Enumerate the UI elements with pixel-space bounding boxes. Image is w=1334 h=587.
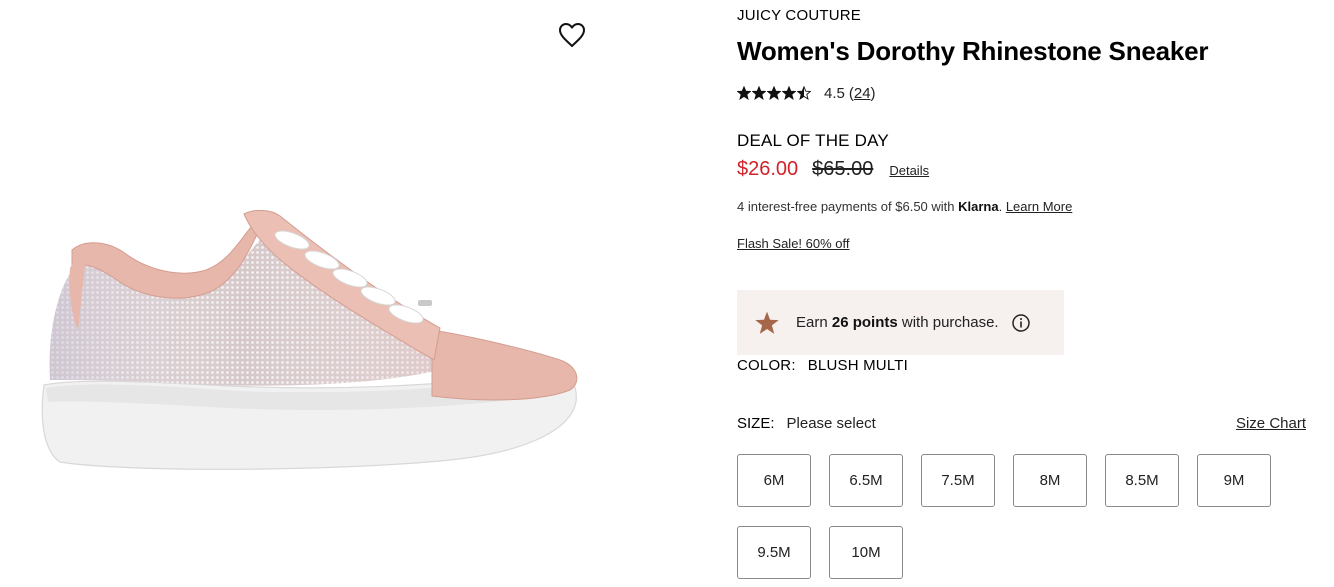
product-title: Women's Dorothy Rhinestone Sneaker bbox=[737, 36, 1209, 66]
points-text: Earn 26 points with purchase. bbox=[796, 314, 999, 331]
size-options: 6M 6.5M 7.5M 8M 8.5M 9M 9.5M 10M bbox=[737, 454, 1317, 579]
price-details-link[interactable]: Details bbox=[889, 163, 929, 178]
size-option[interactable]: 7.5M bbox=[921, 454, 995, 507]
rating-stars bbox=[737, 86, 811, 100]
star-icon bbox=[767, 86, 781, 100]
klarna-suffix: . bbox=[998, 199, 1006, 214]
size-option[interactable]: 6M bbox=[737, 454, 811, 507]
size-option[interactable]: 9.5M bbox=[737, 526, 811, 579]
klarna-message: 4 interest-free payments of $6.50 with K… bbox=[737, 199, 1072, 214]
size-value: Please select bbox=[786, 415, 876, 432]
original-price: $65.00 bbox=[812, 158, 874, 180]
star-icon bbox=[752, 86, 766, 100]
heart-outline-icon bbox=[559, 23, 585, 47]
star-icon bbox=[737, 86, 751, 100]
size-option[interactable]: 9M bbox=[1197, 454, 1271, 507]
sneaker-illustration bbox=[41, 210, 578, 470]
size-label: SIZE: bbox=[737, 415, 775, 432]
klarna-learn-more-link[interactable]: Learn More bbox=[1006, 199, 1072, 214]
size-header: SIZE: Please select Size Chart bbox=[737, 415, 1306, 432]
star-icon bbox=[782, 86, 796, 100]
rating-summary[interactable]: 4.5 (24) bbox=[737, 83, 876, 103]
deal-badge: DEAL OF THE DAY bbox=[737, 131, 889, 150]
product-gallery bbox=[0, 0, 610, 587]
flash-sale-link[interactable]: Flash Sale! 60% off bbox=[737, 236, 850, 251]
size-chart-link[interactable]: Size Chart bbox=[1236, 415, 1306, 432]
size-option[interactable]: 8M bbox=[1013, 454, 1087, 507]
brand-name[interactable]: JUICY COUTURE bbox=[737, 7, 861, 24]
size-option[interactable]: 6.5M bbox=[829, 454, 903, 507]
size-option[interactable]: 8.5M bbox=[1105, 454, 1179, 507]
color-selector: COLOR: BLUSH MULTI bbox=[737, 357, 908, 374]
sale-price: $26.00 bbox=[737, 158, 799, 180]
price-row: $26.00 $65.00 Details bbox=[737, 158, 929, 181]
product-page: JUICY COUTURE Women's Dorothy Rhinestone… bbox=[0, 0, 1334, 587]
rating-count-wrapper: (24) bbox=[848, 84, 876, 102]
size-option[interactable]: 10M bbox=[829, 526, 903, 579]
bronze-star-icon bbox=[755, 311, 779, 334]
star-icon bbox=[797, 86, 811, 100]
klarna-brand: Klarna bbox=[958, 199, 999, 214]
rating-count-link[interactable]: 24 bbox=[854, 85, 871, 102]
color-label: COLOR: bbox=[737, 357, 796, 374]
info-circle-icon[interactable] bbox=[1011, 313, 1031, 333]
klarna-text: 4 interest-free payments of $6.50 with bbox=[737, 199, 959, 214]
color-value: BLUSH MULTI bbox=[807, 357, 908, 374]
rewards-points-banner: Earn 26 points with purchase. bbox=[737, 290, 1064, 355]
product-image[interactable] bbox=[30, 210, 590, 480]
wishlist-button[interactable] bbox=[557, 20, 587, 50]
rating-value: 4.5 bbox=[824, 84, 845, 102]
